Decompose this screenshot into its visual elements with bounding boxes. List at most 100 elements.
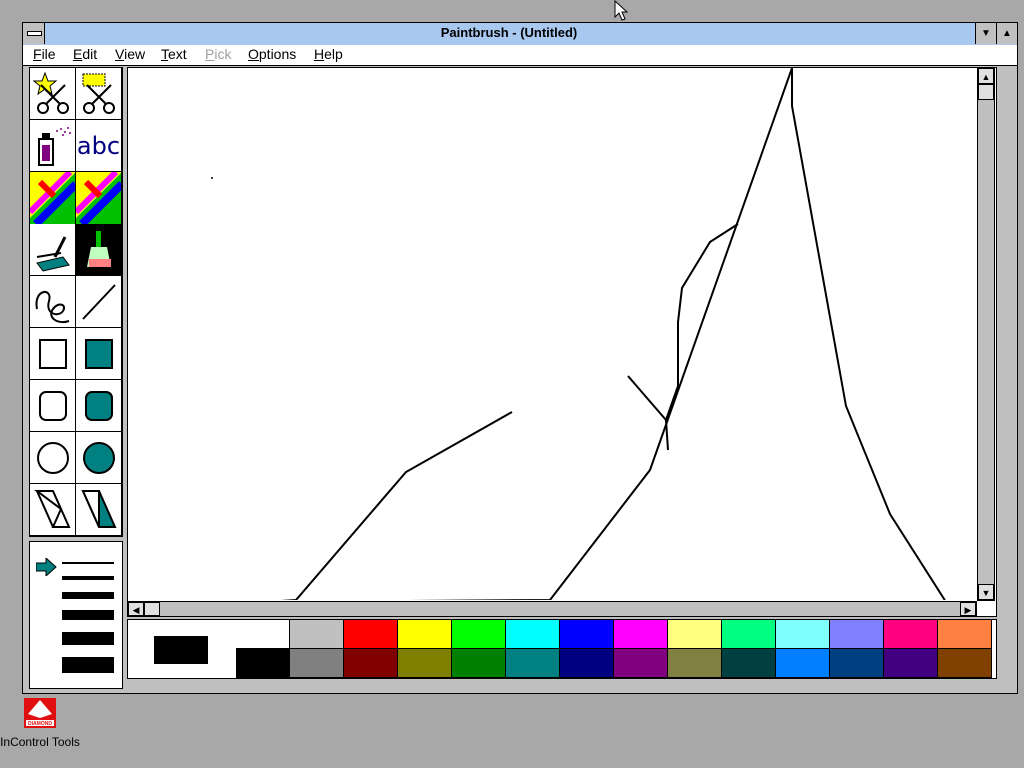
tool-box[interactable]: [30, 328, 76, 380]
drawing-canvas[interactable]: [127, 67, 997, 617]
tool-scissors-cutout[interactable]: [30, 68, 76, 120]
tool-line[interactable]: [76, 276, 122, 328]
tool-text[interactable]: abc: [76, 120, 122, 172]
line-width-6[interactable]: [62, 657, 114, 673]
desktop-icon-incontrol-tools[interactable]: DIAMOND InControl Tools: [0, 698, 80, 749]
scissors-star-icon: [32, 71, 69, 114]
palette-swatch[interactable]: [884, 649, 938, 678]
palette-swatch[interactable]: [884, 620, 938, 649]
curve-icon: [35, 290, 69, 323]
palette-swatch[interactable]: [236, 620, 290, 649]
scroll-right-button[interactable]: ▶: [960, 602, 976, 616]
palette-swatch[interactable]: [830, 649, 884, 678]
diamond-logo-icon: DIAMOND: [24, 698, 56, 728]
rounded-box-icon: [38, 390, 67, 421]
line-width-3[interactable]: [62, 592, 114, 599]
tool-filled-polygon[interactable]: [76, 484, 122, 536]
scissors-rect-icon: [82, 73, 115, 114]
palette-swatch[interactable]: [560, 620, 614, 649]
text-abc-icon: abc: [76, 131, 121, 160]
palette-swatch[interactable]: [452, 649, 506, 678]
vertical-scroll-thumb[interactable]: [978, 84, 994, 100]
tool-airbrush[interactable]: [30, 120, 76, 172]
line-width-2[interactable]: [62, 576, 114, 580]
palette-swatch[interactable]: [776, 649, 830, 678]
tool-brush[interactable]: [76, 224, 122, 276]
palette-swatch[interactable]: [776, 620, 830, 649]
palette-swatch[interactable]: [722, 649, 776, 678]
line-width-1[interactable]: [62, 562, 114, 564]
tool-color-eraser[interactable]: [30, 171, 76, 224]
tool-filled-circle[interactable]: [76, 432, 122, 484]
vertical-scrollbar[interactable]: ▲ ▼: [977, 67, 995, 601]
palette-swatch[interactable]: [560, 649, 614, 678]
maximize-button[interactable]: ▲: [996, 23, 1017, 44]
horizontal-scrollbar[interactable]: ◀ ▶: [127, 601, 977, 617]
scroll-up-button[interactable]: ▲: [978, 68, 994, 84]
filled-polygon-icon: [80, 489, 117, 528]
tool-eraser[interactable]: [76, 171, 122, 224]
system-menu-button[interactable]: [23, 23, 45, 44]
title-bar[interactable]: Paintbrush - (Untitled) ▼ ▲: [23, 23, 1017, 46]
palette-swatch[interactable]: [398, 649, 452, 678]
palette-swatch[interactable]: [830, 620, 884, 649]
menu-edit[interactable]: Edit: [73, 46, 97, 62]
menu-options[interactable]: Options: [248, 46, 296, 62]
line-width-4[interactable]: [62, 610, 114, 620]
tool-polygon[interactable]: [30, 484, 76, 536]
scroll-down-button[interactable]: ▼: [978, 584, 994, 600]
menu-pick: Pick: [205, 46, 232, 62]
palette-swatch[interactable]: [344, 649, 398, 678]
minimize-button[interactable]: ▼: [975, 23, 996, 44]
canvas-drawing: [211, 68, 946, 600]
palette-swatch[interactable]: [668, 620, 722, 649]
menu-file[interactable]: File: [33, 46, 56, 62]
palette-swatch[interactable]: [290, 620, 344, 649]
palette-swatch[interactable]: [236, 649, 290, 678]
brush-icon: [86, 230, 111, 267]
color-palette: [127, 619, 997, 679]
current-color-indicator: [154, 636, 208, 664]
palette-swatch[interactable]: [506, 620, 560, 649]
window-title: Paintbrush - (Untitled): [440, 25, 578, 40]
filled-rounded-box-icon: [84, 390, 113, 421]
menu-view[interactable]: View: [115, 46, 145, 62]
tool-filled-rounded-box[interactable]: [76, 380, 122, 432]
palette-swatch[interactable]: [614, 620, 668, 649]
palette-swatch[interactable]: [290, 649, 344, 678]
menu-bar: File Edit View Text Pick Options Help: [23, 45, 1017, 66]
airbrush-icon: [37, 126, 71, 166]
filled-circle-icon: [82, 441, 115, 474]
line-width-box: [29, 541, 123, 689]
polygon-icon: [33, 489, 71, 528]
palette-swatch[interactable]: [938, 620, 992, 649]
paintbrush-window: Paintbrush - (Untitled) ▼ ▲ File Edit Vi…: [22, 22, 1018, 694]
tool-circle[interactable]: [30, 432, 76, 484]
paint-roller-icon: [35, 235, 70, 272]
palette-swatch[interactable]: [506, 649, 560, 678]
horizontal-scroll-thumb[interactable]: [144, 602, 160, 616]
palette-swatch[interactable]: [344, 620, 398, 649]
filled-box-icon: [84, 338, 113, 369]
tool-curve[interactable]: [30, 276, 76, 328]
box-icon: [38, 338, 67, 369]
line-width-5[interactable]: [62, 632, 114, 645]
scroll-left-button[interactable]: ◀: [128, 602, 144, 616]
eraser-icon: [76, 171, 121, 224]
tool-filled-box[interactable]: [76, 328, 122, 380]
tool-pick[interactable]: [76, 68, 122, 120]
menu-help[interactable]: Help: [314, 46, 343, 62]
circle-icon: [36, 441, 69, 474]
palette-swatch[interactable]: [452, 620, 506, 649]
palette-swatch[interactable]: [398, 620, 452, 649]
menu-text[interactable]: Text: [161, 46, 187, 62]
tool-paint-roller[interactable]: [30, 224, 76, 276]
toolbox: abc: [29, 67, 123, 537]
palette-swatch[interactable]: [614, 649, 668, 678]
tool-rounded-box[interactable]: [30, 380, 76, 432]
palette-swatch[interactable]: [722, 620, 776, 649]
desktop-icon-label: InControl Tools: [0, 735, 80, 749]
palette-swatch[interactable]: [668, 649, 722, 678]
palette-swatch[interactable]: [938, 649, 992, 678]
mouse-cursor-icon: [614, 0, 628, 21]
